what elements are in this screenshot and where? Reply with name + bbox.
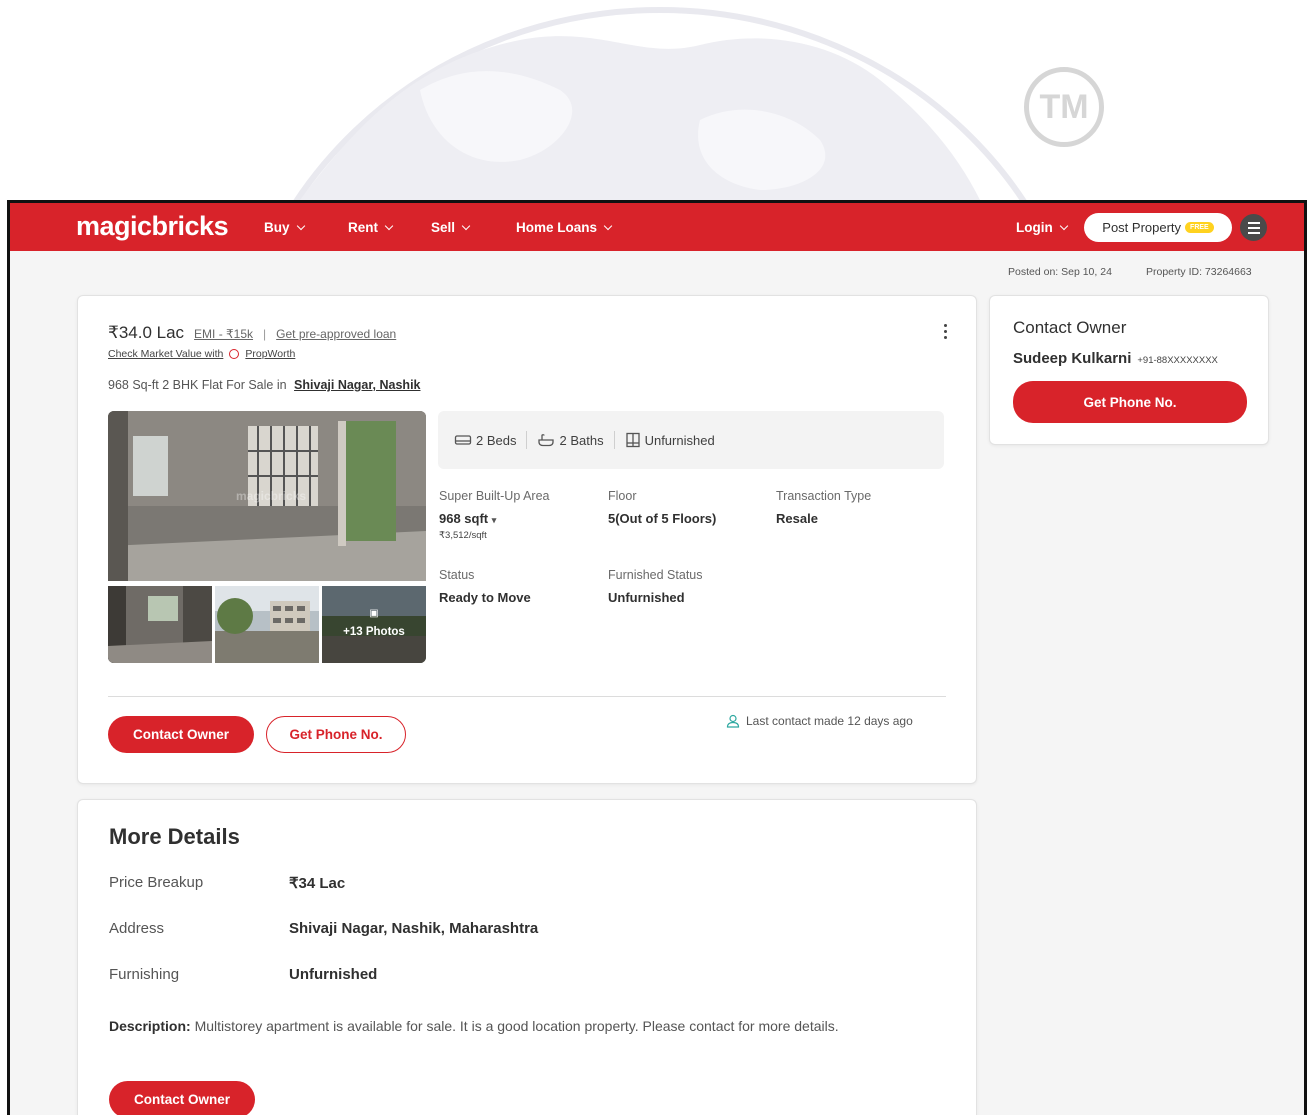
owner-name: Sudeep Kulkarni [1013,350,1132,367]
bed-icon [454,435,472,445]
main-photo[interactable]: magicbricks [108,411,426,581]
attr-value-status: Ready to Move [439,590,531,605]
globe-watermark [0,0,1308,200]
price: ₹34.0 Lac [108,323,185,342]
baths-label: 2 Baths [559,432,604,448]
trademark-badge: TM [1024,67,1104,147]
post-property-label: Post Property [1102,220,1182,235]
more-details-title: More Details [109,824,240,849]
chevron-down-icon [384,221,394,231]
description-label: Description: [109,1018,191,1034]
divider [526,431,528,449]
attr-value-transaction: Resale [776,511,818,526]
nav-buy-label: Buy [264,220,290,235]
propworth-icon [229,349,240,359]
last-contact-label: Last contact made 12 days ago [746,714,913,728]
wardrobe-icon [625,432,640,448]
attr-value-floor: 5(Out of 5 Floors) [608,511,717,526]
post-property-button[interactable]: Post Property FREE [1084,213,1232,242]
owner-row: Sudeep Kulkarni +91-88XXXXXXXX [1013,350,1218,367]
chevron-down-icon [603,221,613,231]
beds-label: 2 Beds [476,432,517,448]
nav-rent[interactable]: Rent [348,220,394,235]
card-divider [108,696,946,697]
owner-phone: +91-88XXXXXXXX [1137,355,1218,366]
browser-viewport: magicbricks Buy Rent Sell Home Loans Log… [7,200,1307,1115]
address-value: Shivaji Nagar, Nashik, Maharashtra [289,920,539,937]
top-navbar: magicbricks Buy Rent Sell Home Loans Log… [10,203,1304,251]
baths-summary: 2 Baths [537,432,604,448]
contact-owner-card: Contact Owner Sudeep Kulkarni +91-88XXXX… [989,295,1269,445]
area-value: 968 sqft [439,511,489,526]
details-contact-owner-button[interactable]: Contact Owner [109,1081,255,1115]
photo-thumb-1[interactable] [108,586,212,663]
posted-on: Posted on: Sep 10, 24 [1008,266,1112,278]
description: Description: Multistorey apartment is av… [109,1015,939,1037]
more-photos-label: +13 Photos [343,626,405,638]
get-phone-button[interactable]: Get Phone No. [266,716,406,753]
nav-home-loans[interactable]: Home Loans [516,220,613,235]
market-value-link[interactable]: Check Market Value with [108,348,223,360]
listing-card: ₹34.0 Lac EMI - ₹15k | Get pre-approved … [77,295,977,784]
description-text: Multistorey apartment is available for s… [194,1018,839,1034]
login-label: Login [1016,220,1053,235]
address-label: Address [109,920,165,937]
more-options-icon[interactable] [944,324,947,339]
chevron-down-icon [461,221,471,231]
attr-label-status: Status [439,568,475,582]
market-value-row: Check Market Value with PropWorth [108,348,295,360]
furnishing-label: Furnishing [109,966,180,983]
chevron-down-icon [1059,221,1068,231]
sidebar-get-phone-button[interactable]: Get Phone No. [1013,381,1247,423]
attr-value-furnished: Unfurnished [608,590,685,605]
price-breakup-label: Price Breakup [109,874,204,891]
furnishing-summary: Unfurnished [625,432,715,448]
price-row: ₹34.0 Lac EMI - ₹15k | Get pre-approved … [108,323,396,343]
listing-headline: 968 Sq-ft 2 BHK Flat For Sale in Shivaji… [108,378,421,392]
more-photos-thumb[interactable]: ▣ +13 Photos [322,586,426,663]
attr-label-area: Super Built-Up Area [439,489,550,503]
contact-owner-button[interactable]: Contact Owner [108,716,254,753]
attr-label-transaction: Transaction Type [776,489,872,503]
headline-prefix: 968 Sq-ft 2 BHK Flat For Sale in [108,378,287,392]
free-badge: FREE [1185,222,1214,233]
summary-bar: 2 Beds 2 Baths Unfurnished [438,411,944,469]
user-icon [726,714,740,728]
emi-link[interactable]: EMI - ₹15k [194,327,253,341]
attr-value-area[interactable]: 968 sqft ▾ [439,511,496,526]
login-button[interactable]: Login [1016,220,1068,235]
property-id: Property ID: 73264663 [1146,266,1252,278]
more-details-card: More Details Price Breakup ₹34 Lac Addre… [77,799,977,1115]
gallery-icon: ▣ [369,608,379,619]
attr-label-floor: Floor [608,489,637,503]
bath-icon [538,434,555,447]
nav-buy[interactable]: Buy [264,220,305,235]
furnishing-value: Unfurnished [289,966,378,983]
nav-rent-label: Rent [348,220,378,235]
preapproved-loan-link[interactable]: Get pre-approved loan [276,327,396,341]
chevron-down-icon: ▾ [491,515,497,525]
nav-sell[interactable]: Sell [431,220,471,235]
furnishing-label: Unfurnished [644,432,715,448]
propworth-link[interactable]: PropWorth [245,348,295,360]
contact-card-title: Contact Owner [1013,318,1127,337]
divider [613,431,615,449]
price-per-sqft: ₹3,512/sqft [439,530,487,541]
beds-summary: 2 Beds [454,433,516,448]
divider: | [263,327,267,341]
price-breakup-value: ₹34 Lac [289,875,346,892]
nav-home-loans-label: Home Loans [516,220,598,235]
attr-label-furnished: Furnished Status [608,568,703,582]
nav-sell-label: Sell [431,220,456,235]
hamburger-menu-icon[interactable] [1240,214,1267,241]
chevron-down-icon [296,221,305,231]
magicbricks-logo[interactable]: magicbricks [76,211,229,242]
last-contact-info: Last contact made 12 days ago [726,714,913,728]
photo-watermark: magicbricks [236,489,307,503]
location-link[interactable]: Shivaji Nagar, Nashik [294,378,420,392]
photo-thumb-2[interactable] [215,586,319,663]
